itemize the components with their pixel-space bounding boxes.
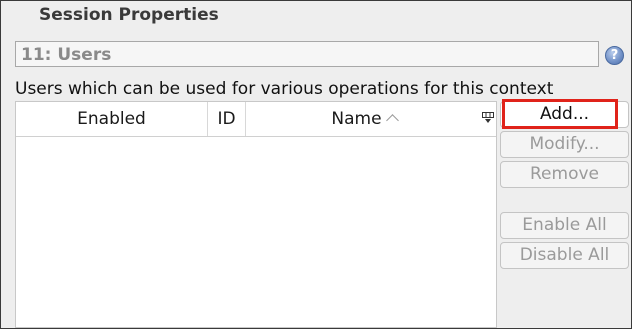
table-body[interactable] (16, 137, 496, 327)
add-button-highlight (502, 99, 618, 129)
users-table[interactable]: Enabled ID Name (15, 101, 497, 328)
session-properties-dialog: Session Properties 11: Users ? Users whi… (0, 0, 632, 329)
modify-button[interactable]: Modify... (500, 131, 629, 158)
remove-button[interactable]: Remove (500, 161, 629, 188)
sort-ascending-icon (385, 114, 399, 127)
column-header-enabled[interactable]: Enabled (16, 102, 208, 136)
column-header-name[interactable]: Name (246, 102, 482, 136)
table-header: Enabled ID Name (16, 102, 496, 137)
panel-description: Users which can be used for various oper… (15, 79, 554, 99)
dialog-title: Session Properties (39, 5, 219, 25)
column-picker-icon[interactable] (482, 112, 494, 124)
disable-all-button[interactable]: Disable All (500, 242, 629, 269)
column-header-label: ID (217, 109, 236, 129)
column-header-label: Enabled (77, 109, 146, 129)
help-icon[interactable]: ? (605, 46, 624, 65)
panel-heading-field: 11: Users (15, 41, 599, 67)
column-header-id[interactable]: ID (208, 102, 246, 136)
column-header-label: Name (331, 109, 382, 129)
enable-all-button[interactable]: Enable All (500, 212, 629, 239)
panel-heading: 11: Users (21, 45, 112, 65)
